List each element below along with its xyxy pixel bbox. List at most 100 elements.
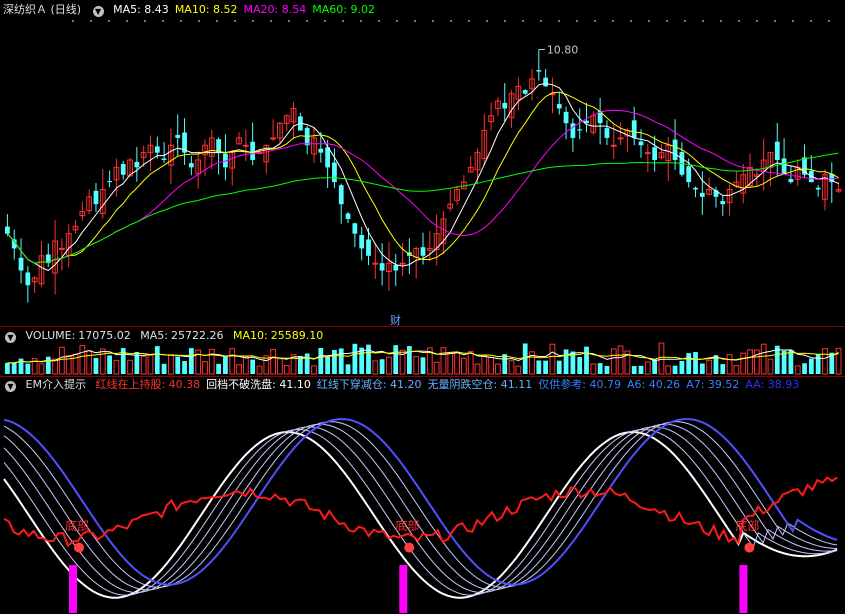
marker-dot — [72, 20, 74, 22]
volume-bar — [767, 358, 774, 375]
marker-dot — [432, 20, 434, 22]
volume-bar — [277, 358, 283, 375]
marker-dot — [162, 20, 164, 22]
volume-bar — [202, 361, 208, 375]
price-chart[interactable]: 10.80 财 — [0, 0, 845, 326]
volume-bar — [726, 354, 733, 375]
candle-body — [815, 187, 821, 190]
candle-body — [188, 163, 194, 168]
volume-bar — [236, 364, 242, 375]
volume-bar — [338, 348, 344, 374]
volume-bar — [372, 360, 379, 375]
volume-bar — [467, 351, 474, 375]
candle-body — [107, 180, 112, 183]
bottom-signal-bar — [399, 565, 408, 613]
volume-bar — [182, 361, 187, 374]
volume-bar — [406, 346, 412, 374]
volume-bar — [161, 363, 167, 374]
candle-body — [644, 152, 651, 155]
volume-bar — [597, 363, 603, 374]
volume-bar — [617, 345, 624, 375]
em-chart[interactable]: 底部 底部 底部 — [0, 377, 845, 614]
candle-body — [352, 223, 358, 234]
candle-body — [556, 104, 562, 109]
candle-body — [318, 148, 324, 153]
em-panel: ▼ EM介入提示 红线在上持股: 40.38 回档不破洗盘: 41.10 红线下穿减… — [0, 377, 845, 614]
volume-bar — [679, 360, 685, 374]
em-red-line — [3, 476, 838, 548]
marker-dot — [90, 20, 92, 22]
candle-body — [672, 139, 678, 160]
volume-bar — [345, 364, 351, 374]
volume-bar — [474, 363, 481, 375]
candle-body — [25, 272, 31, 286]
candle-body — [693, 187, 698, 190]
volume-bar — [693, 352, 698, 374]
volume-bar — [79, 345, 86, 375]
volume-bar — [549, 343, 556, 375]
candle-body — [359, 235, 365, 249]
volume-bar — [86, 350, 93, 375]
bottom-label: 底部 — [735, 518, 759, 533]
volume-bar — [686, 353, 692, 374]
volume-bar — [652, 359, 658, 374]
candle-body — [631, 120, 637, 138]
volume-bar — [658, 342, 665, 375]
signal-icon — [744, 542, 755, 553]
marker-dot — [288, 20, 290, 22]
candle-body — [366, 239, 371, 256]
bottom-label: 底部 — [65, 518, 89, 533]
volume-bar — [733, 365, 740, 375]
volume-bar — [38, 363, 45, 375]
volume-bar — [93, 357, 99, 374]
volume-bar — [256, 365, 263, 375]
candle-body — [93, 190, 99, 205]
candle-body — [686, 166, 692, 183]
finance-marker: 财 — [390, 313, 401, 326]
volume-bar — [665, 365, 672, 375]
volume-bar — [815, 354, 821, 374]
candle-body — [774, 141, 780, 160]
volume-bar — [706, 359, 713, 375]
volume-chart[interactable] — [0, 327, 845, 375]
volume-bar — [325, 356, 331, 374]
candle-body — [570, 123, 576, 138]
marker-dot — [792, 20, 794, 22]
volume-bar — [352, 343, 358, 374]
candle-body — [543, 77, 549, 87]
marker-dot — [414, 20, 416, 22]
volume-bar — [11, 362, 17, 374]
candle-body — [175, 134, 181, 138]
marker-dot — [396, 20, 398, 22]
volume-bar — [610, 348, 617, 375]
marker-dot — [126, 20, 128, 22]
volume-bar — [393, 345, 399, 374]
volume-bar — [822, 348, 828, 375]
volume-bar — [563, 349, 569, 374]
volume-bar — [835, 347, 842, 375]
candle-body — [652, 147, 658, 160]
volume-bar — [25, 363, 31, 374]
marker-dot — [306, 20, 308, 22]
marker-dot — [810, 20, 812, 22]
volume-bar — [584, 346, 589, 374]
marker-dot — [486, 20, 488, 22]
marker-dot — [522, 20, 524, 22]
candle-body — [134, 161, 140, 168]
volume-bar — [216, 363, 221, 374]
volume-bar — [366, 344, 371, 374]
volume-bar — [311, 365, 317, 375]
candle-body — [379, 263, 385, 271]
volume-bar — [99, 348, 106, 375]
volume-bar — [413, 356, 420, 375]
marker-dot — [270, 20, 272, 22]
candle-body — [338, 185, 344, 205]
marker-dot — [774, 20, 776, 22]
volume-bar — [454, 352, 460, 375]
volume-bar — [229, 348, 236, 375]
candle-body — [393, 265, 399, 271]
volume-bar — [113, 359, 120, 375]
candle-body — [250, 141, 256, 160]
marker-dot — [738, 20, 740, 22]
volume-bar — [699, 363, 705, 374]
